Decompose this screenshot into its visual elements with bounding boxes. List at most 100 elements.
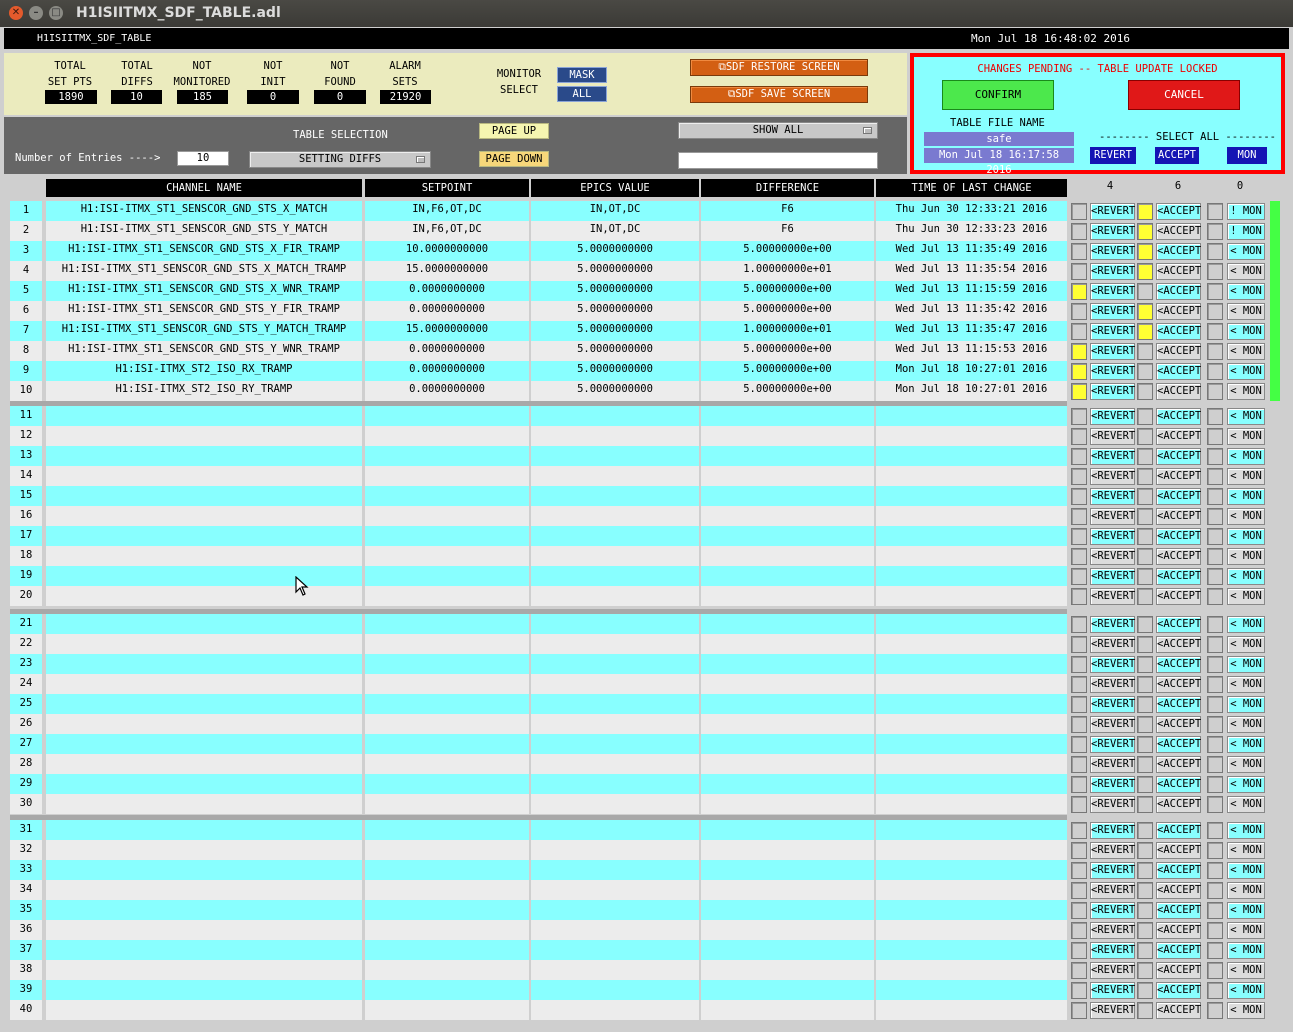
revert-checkbox[interactable] (1071, 283, 1087, 300)
accept-button[interactable]: <ACCEPT (1156, 796, 1201, 813)
accept-checkbox[interactable] (1137, 1002, 1153, 1019)
accept-checkbox[interactable] (1137, 448, 1153, 465)
revert-button[interactable]: <REVERT (1090, 528, 1135, 545)
mon-checkbox[interactable] (1207, 303, 1223, 320)
mon-button[interactable]: < MON (1227, 408, 1265, 425)
revert-button[interactable]: <REVERT (1090, 822, 1135, 839)
accept-checkbox[interactable] (1137, 716, 1153, 733)
mon-button[interactable]: < MON (1227, 488, 1265, 505)
revert-button[interactable]: <REVERT (1090, 882, 1135, 899)
revert-checkbox[interactable] (1071, 528, 1087, 545)
mon-checkbox[interactable] (1207, 383, 1223, 400)
revert-checkbox[interactable] (1071, 676, 1087, 693)
accept-button[interactable]: <ACCEPT (1156, 696, 1201, 713)
mon-button[interactable]: < MON (1227, 1002, 1265, 1019)
mon-checkbox[interactable] (1207, 203, 1223, 220)
accept-checkbox[interactable] (1137, 656, 1153, 673)
mon-button[interactable]: < MON (1227, 303, 1265, 320)
accept-button[interactable]: <ACCEPT (1156, 383, 1201, 400)
revert-checkbox[interactable] (1071, 636, 1087, 653)
accept-button[interactable]: <ACCEPT (1156, 882, 1201, 899)
accept-checkbox[interactable] (1137, 363, 1153, 380)
revert-checkbox[interactable] (1071, 962, 1087, 979)
revert-checkbox[interactable] (1071, 902, 1087, 919)
mon-checkbox[interactable] (1207, 842, 1223, 859)
accept-button[interactable]: <ACCEPT (1156, 656, 1201, 673)
cancel-button[interactable]: CANCEL (1128, 80, 1240, 110)
accept-button[interactable]: <ACCEPT (1156, 862, 1201, 879)
accept-checkbox[interactable] (1137, 616, 1153, 633)
revert-checkbox[interactable] (1071, 203, 1087, 220)
sdf-save-screen-button[interactable]: ⧉SDF SAVE SCREEN (690, 86, 868, 103)
accept-button[interactable]: <ACCEPT (1156, 508, 1201, 525)
mon-checkbox[interactable] (1207, 568, 1223, 585)
mon-button[interactable]: < MON (1227, 636, 1265, 653)
revert-checkbox[interactable] (1071, 716, 1087, 733)
revert-checkbox[interactable] (1071, 548, 1087, 565)
revert-button[interactable]: <REVERT (1090, 756, 1135, 773)
revert-checkbox[interactable] (1071, 862, 1087, 879)
mon-checkbox[interactable] (1207, 528, 1223, 545)
mon-checkbox[interactable] (1207, 696, 1223, 713)
accept-checkbox[interactable] (1137, 588, 1153, 605)
revert-button[interactable]: <REVERT (1090, 568, 1135, 585)
mon-button[interactable]: < MON (1227, 796, 1265, 813)
mon-checkbox[interactable] (1207, 736, 1223, 753)
accept-checkbox[interactable] (1137, 528, 1153, 545)
revert-button[interactable]: <REVERT (1090, 862, 1135, 879)
revert-button[interactable]: <REVERT (1090, 428, 1135, 445)
mon-checkbox[interactable] (1207, 223, 1223, 240)
close-icon[interactable]: ✕ (9, 6, 23, 20)
mon-button[interactable]: < MON (1227, 696, 1265, 713)
revert-button[interactable]: <REVERT (1090, 343, 1135, 360)
accept-button[interactable]: <ACCEPT (1156, 942, 1201, 959)
mon-button[interactable]: ! MON (1227, 223, 1265, 240)
accept-checkbox[interactable] (1137, 962, 1153, 979)
mon-checkbox[interactable] (1207, 776, 1223, 793)
accept-checkbox[interactable] (1137, 776, 1153, 793)
revert-button[interactable]: <REVERT (1090, 448, 1135, 465)
accept-checkbox[interactable] (1137, 548, 1153, 565)
accept-button[interactable]: <ACCEPT (1156, 323, 1201, 340)
accept-checkbox[interactable] (1137, 243, 1153, 260)
revert-button[interactable]: <REVERT (1090, 303, 1135, 320)
mon-checkbox[interactable] (1207, 822, 1223, 839)
revert-button[interactable]: <REVERT (1090, 203, 1135, 220)
revert-button[interactable]: <REVERT (1090, 283, 1135, 300)
accept-button[interactable]: <ACCEPT (1156, 902, 1201, 919)
revert-button[interactable]: <REVERT (1090, 468, 1135, 485)
accept-checkbox[interactable] (1137, 283, 1153, 300)
mon-button[interactable]: < MON (1227, 616, 1265, 633)
confirm-button[interactable]: CONFIRM (942, 80, 1054, 110)
table-selection-menu[interactable]: SETTING DIFFS (249, 151, 431, 168)
revert-button[interactable]: <REVERT (1090, 776, 1135, 793)
all-button[interactable]: ALL (557, 86, 607, 102)
revert-button[interactable]: <REVERT (1090, 616, 1135, 633)
revert-checkbox[interactable] (1071, 468, 1087, 485)
mon-checkbox[interactable] (1207, 656, 1223, 673)
mon-checkbox[interactable] (1207, 882, 1223, 899)
revert-button[interactable]: <REVERT (1090, 1002, 1135, 1019)
mon-button[interactable]: < MON (1227, 862, 1265, 879)
mon-checkbox[interactable] (1207, 283, 1223, 300)
accept-button[interactable]: <ACCEPT (1156, 1002, 1201, 1019)
mon-button[interactable]: < MON (1227, 962, 1265, 979)
revert-checkbox[interactable] (1071, 243, 1087, 260)
accept-checkbox[interactable] (1137, 383, 1153, 400)
mon-checkbox[interactable] (1207, 922, 1223, 939)
show-all-menu[interactable]: SHOW ALL (678, 122, 878, 139)
accept-checkbox[interactable] (1137, 488, 1153, 505)
revert-button[interactable]: <REVERT (1090, 383, 1135, 400)
revert-checkbox[interactable] (1071, 1002, 1087, 1019)
revert-checkbox[interactable] (1071, 343, 1087, 360)
accept-button[interactable]: <ACCEPT (1156, 303, 1201, 320)
mon-button[interactable]: < MON (1227, 822, 1265, 839)
revert-checkbox[interactable] (1071, 882, 1087, 899)
mon-button[interactable]: < MON (1227, 982, 1265, 999)
revert-checkbox[interactable] (1071, 696, 1087, 713)
mon-checkbox[interactable] (1207, 982, 1223, 999)
accept-button[interactable]: <ACCEPT (1156, 922, 1201, 939)
mon-checkbox[interactable] (1207, 408, 1223, 425)
mon-button[interactable]: < MON (1227, 568, 1265, 585)
revert-checkbox[interactable] (1071, 568, 1087, 585)
